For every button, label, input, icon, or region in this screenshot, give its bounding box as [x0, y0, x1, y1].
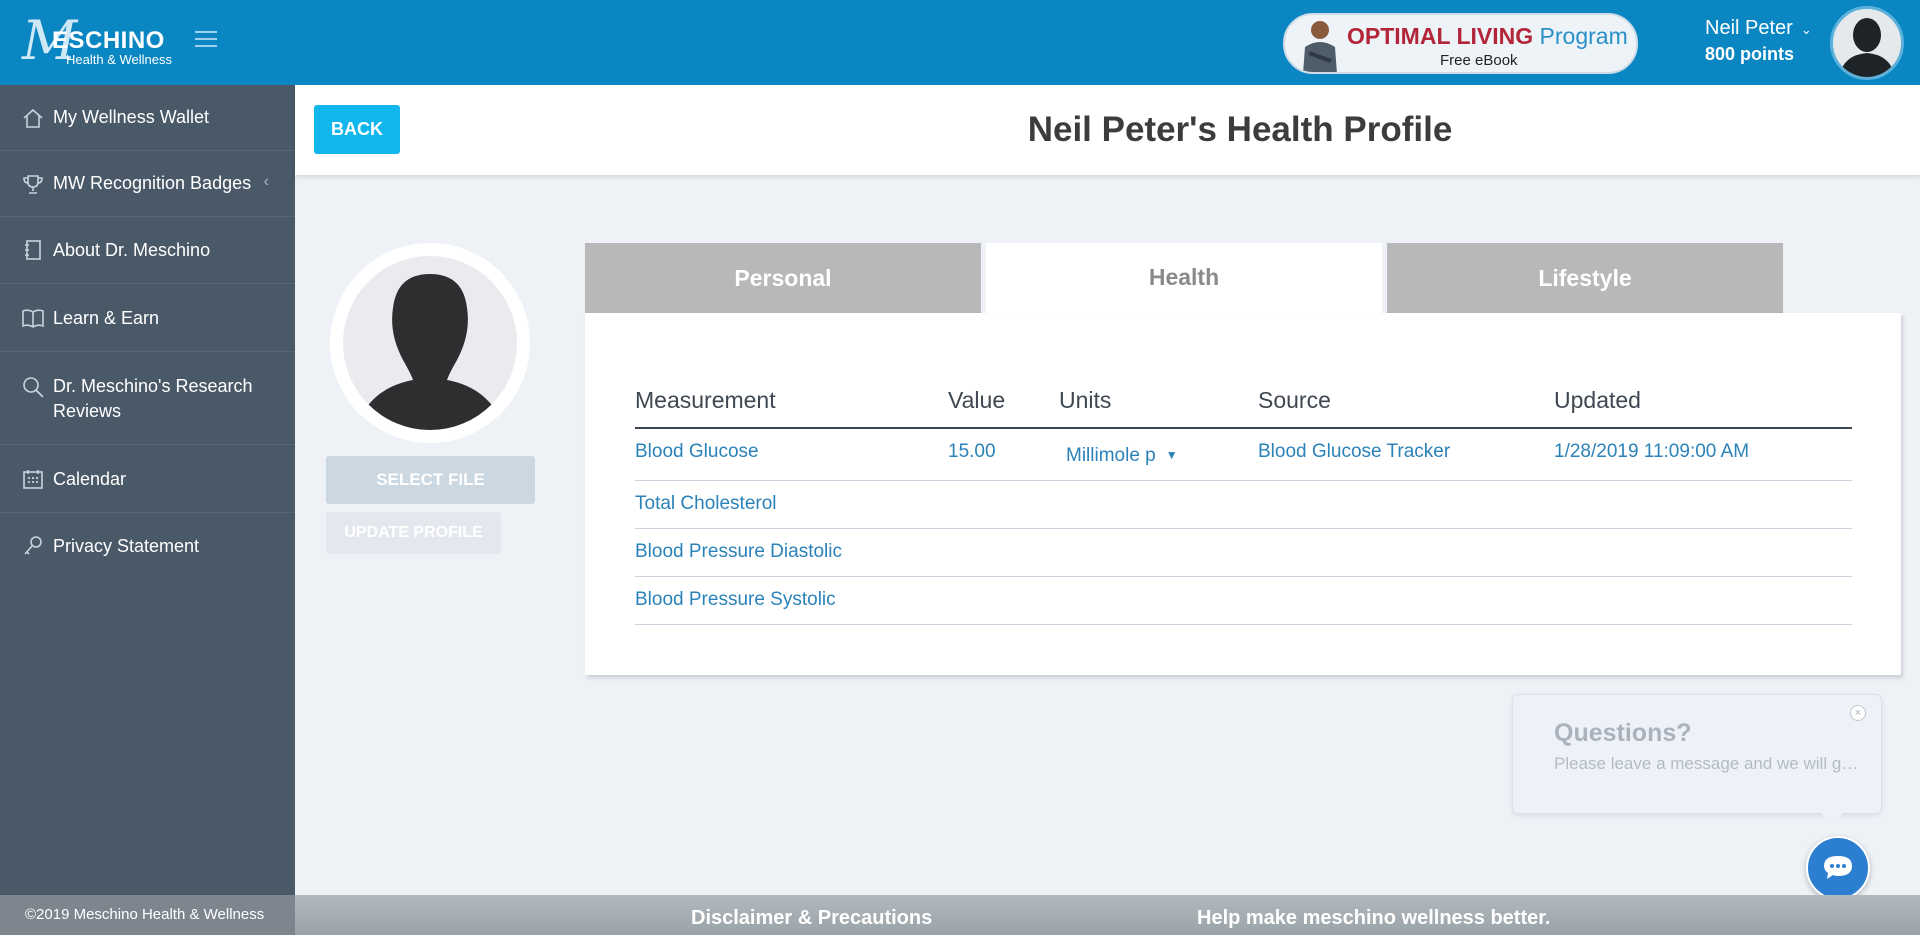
chat-message: Please leave a message and we will get b…	[1554, 754, 1864, 773]
sidebar-item-label: Learn & Earn	[53, 308, 160, 328]
sidebar-item-calendar[interactable]: Calendar	[0, 445, 295, 513]
tab-personal[interactable]: Personal	[585, 243, 981, 313]
sidebar-item-label: MW Recognition Badges	[53, 173, 252, 193]
key-icon	[24, 536, 42, 555]
promo-title: OPTIMAL LIVING Program	[1347, 23, 1628, 49]
notebook-icon	[25, 240, 41, 260]
value-blood-glucose: 15.00	[948, 441, 996, 462]
logo-name: ESCHINO	[52, 27, 165, 54]
copyright: ©2019 Meschino Health & Wellness	[25, 906, 265, 923]
row-divider	[635, 480, 1852, 481]
page-title: Neil Peter's Health Profile	[1027, 110, 1453, 149]
units-select[interactable]: Millimole p ▼	[1066, 443, 1178, 469]
promo-person-icon	[1303, 21, 1337, 72]
row-divider	[635, 624, 1852, 625]
menu-toggle-icon[interactable]	[195, 31, 217, 49]
chat-title: Questions?	[1554, 719, 1692, 747]
sidebar-item-learn-earn[interactable]: Learn & Earn	[0, 284, 295, 352]
close-icon[interactable]: ×	[1850, 705, 1866, 721]
row-divider	[635, 576, 1852, 577]
avatar-silhouette-icon	[1839, 18, 1895, 77]
chevron-down-icon: ⌄	[1800, 22, 1812, 37]
user-menu[interactable]: Neil Peter ⌄ 800 points	[1705, 16, 1825, 66]
feedback-link[interactable]: Help make meschino wellness better.	[1197, 906, 1550, 930]
column-header-source: Source	[1258, 387, 1331, 413]
disclaimer-link[interactable]: Disclaimer & Precautions	[691, 906, 932, 930]
home-icon	[23, 108, 43, 128]
tab-health[interactable]: Health	[986, 243, 1382, 313]
sidebar-item-label: Calendar	[53, 469, 127, 489]
back-button[interactable]: BACK	[314, 105, 400, 154]
sidebar-item-recognition-badges[interactable]: MW Recognition Badges ‹	[0, 151, 295, 217]
book-icon	[22, 309, 44, 328]
user-points: 800 points	[1705, 44, 1795, 64]
calendar-icon	[23, 470, 43, 489]
dropdown-arrow-icon: ▼	[1165, 448, 1178, 462]
tab-lifestyle[interactable]: Lifestyle	[1387, 243, 1783, 313]
chat-bubble-icon	[1824, 856, 1852, 879]
measurement-bp-systolic[interactable]: Blood Pressure Systolic	[635, 588, 836, 612]
health-panel	[585, 313, 1901, 675]
sidebar-item-label: About Dr. Meschino	[53, 240, 211, 260]
select-file-button[interactable]: SELECT FILE	[326, 456, 535, 504]
update-profile-button[interactable]: UPDATE PROFILE	[326, 512, 501, 554]
sidebar-item-label: My Wellness Wallet	[53, 107, 210, 127]
measurement-blood-glucose[interactable]: Blood Glucose	[635, 440, 759, 464]
measurement-total-cholesterol[interactable]: Total Cholesterol	[635, 492, 777, 516]
column-header-units: Units	[1059, 387, 1112, 413]
source-blood-glucose[interactable]: Blood Glucose Tracker	[1258, 440, 1450, 464]
optimal-living-promo-banner[interactable]: OPTIMAL LIVING Program Free eBook	[1283, 13, 1638, 74]
chevron-left-icon: ‹	[263, 173, 269, 190]
sidebar-item-about[interactable]: About Dr. Meschino	[0, 217, 295, 284]
chat-button[interactable]	[1806, 836, 1870, 900]
row-divider	[635, 528, 1852, 529]
chat-tail	[1820, 812, 1844, 824]
column-header-updated: Updated	[1554, 387, 1641, 413]
column-header-value: Value	[948, 387, 1006, 413]
updated-blood-glucose: 1/28/2019 11:09:00 AM	[1554, 441, 1750, 462]
avatar[interactable]	[1830, 6, 1904, 80]
sidebar-item-my-wellness-wallet[interactable]: My Wellness Wallet	[0, 85, 295, 151]
logo-subtitle: Health & Wellness	[66, 52, 172, 67]
trophy-icon	[23, 175, 43, 194]
promo-subtitle: Free eBook	[1440, 52, 1518, 69]
profile-photo	[330, 243, 530, 443]
sidebar-item-privacy[interactable]: Privacy Statement	[0, 513, 295, 580]
person-silhouette-icon	[355, 274, 505, 430]
column-header-measurement: Measurement	[635, 387, 776, 413]
measurement-bp-diastolic[interactable]: Blood Pressure Diastolic	[635, 540, 842, 564]
profile-photo-frame	[343, 256, 517, 430]
table-header-divider	[635, 427, 1852, 429]
sidebar-item-label: Dr. Meschino's Research Reviews	[53, 376, 253, 421]
search-icon	[23, 377, 44, 398]
sidebar-item-research-reviews[interactable]: Dr. Meschino's Research Reviews	[0, 352, 295, 445]
sidebar-item-label: Privacy Statement	[53, 536, 200, 556]
user-name: Neil Peter ⌄	[1705, 17, 1812, 39]
brand-logo[interactable]: M ESCHINO Health & Wellness	[22, 12, 192, 72]
